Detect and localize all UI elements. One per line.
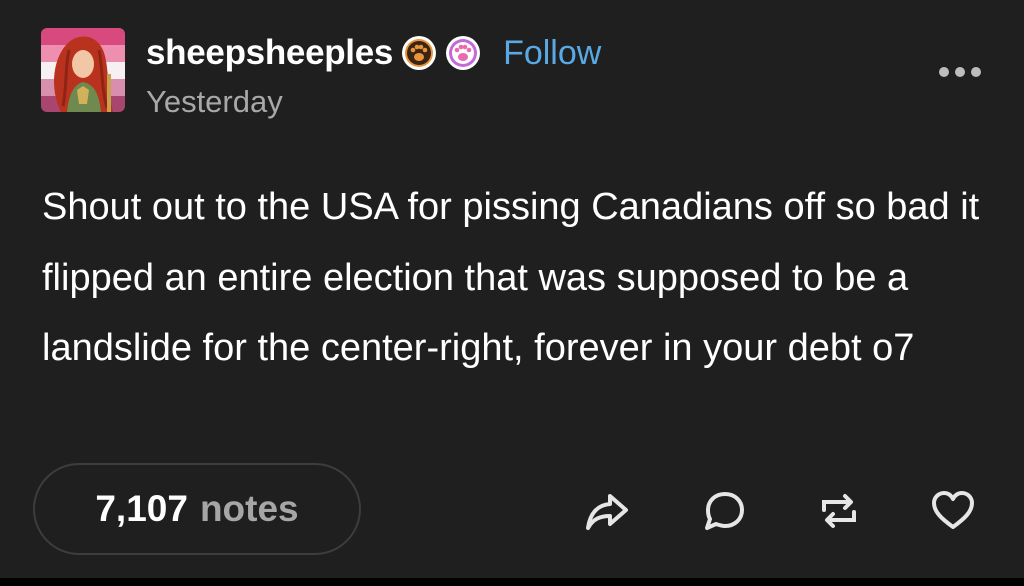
reply-icon[interactable] — [702, 488, 748, 534]
bottom-edge — [0, 578, 1024, 586]
notes-label: notes — [199, 488, 299, 529]
ellipsis-icon[interactable] — [936, 60, 984, 84]
paw-badge-icon[interactable] — [401, 35, 437, 71]
notes-count: 7,107 — [95, 488, 188, 529]
post-timestamp[interactable]: Yesterday — [146, 84, 283, 120]
post-body-text: Shout out to the USA for pissing Canadia… — [42, 186, 980, 369]
like-icon[interactable] — [930, 488, 976, 534]
reblog-icon[interactable] — [816, 488, 862, 534]
username[interactable]: sheepsheeples — [146, 33, 393, 73]
follow-button[interactable]: Follow — [503, 34, 601, 73]
avatar[interactable] — [41, 28, 125, 112]
post-card: sheepsheeples Follow Yesterday Shout out… — [0, 0, 1024, 586]
header-row: sheepsheeples Follow — [146, 30, 601, 76]
share-icon[interactable] — [584, 488, 630, 534]
paw-badge-icon[interactable] — [445, 35, 481, 71]
notes-button[interactable]: 7,107 notes — [33, 463, 361, 555]
